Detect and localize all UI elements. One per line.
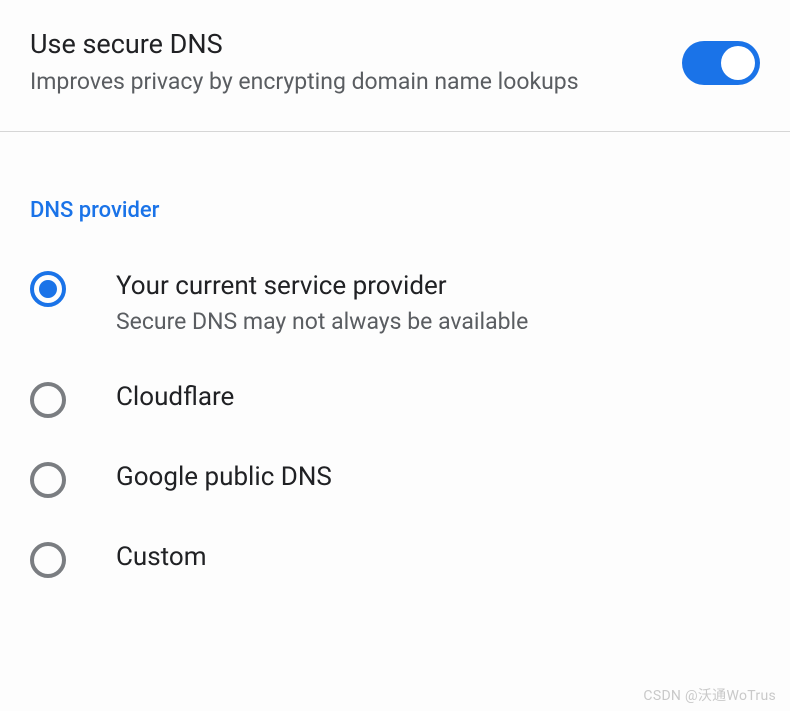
toggle-thumb-icon	[721, 46, 755, 80]
option-current-provider[interactable]: Your current service provider Secure DNS…	[30, 269, 760, 338]
dns-provider-options: Your current service provider Secure DNS…	[0, 233, 790, 578]
option-custom[interactable]: Custom	[30, 540, 760, 578]
option-title: Your current service provider	[116, 269, 760, 304]
option-google-public-dns[interactable]: Google public DNS	[30, 460, 760, 498]
option-text-block: Google public DNS	[116, 460, 760, 495]
dns-provider-label: DNS provider	[0, 132, 790, 233]
setting-description: Improves privacy by encrypting domain na…	[30, 66, 662, 97]
option-text-block: Cloudflare	[116, 380, 760, 415]
option-text-block: Your current service provider Secure DNS…	[116, 269, 760, 338]
watermark: CSDN @沃通WoTrus	[643, 685, 776, 705]
option-cloudflare[interactable]: Cloudflare	[30, 380, 760, 418]
setting-title: Use secure DNS	[30, 28, 662, 60]
radio-selected-icon	[30, 271, 66, 307]
radio-unselected-icon	[30, 542, 66, 578]
option-subtitle: Secure DNS may not always be available	[116, 306, 760, 338]
option-text-block: Custom	[116, 540, 760, 575]
radio-unselected-icon	[30, 382, 66, 418]
header-text-block: Use secure DNS Improves privacy by encry…	[30, 28, 662, 97]
secure-dns-header: Use secure DNS Improves privacy by encry…	[0, 0, 790, 131]
radio-unselected-icon	[30, 462, 66, 498]
option-title: Custom	[116, 540, 760, 575]
secure-dns-toggle[interactable]	[682, 41, 760, 85]
option-title: Cloudflare	[116, 380, 760, 415]
option-title: Google public DNS	[116, 460, 760, 495]
radio-inner-dot-icon	[39, 280, 57, 298]
